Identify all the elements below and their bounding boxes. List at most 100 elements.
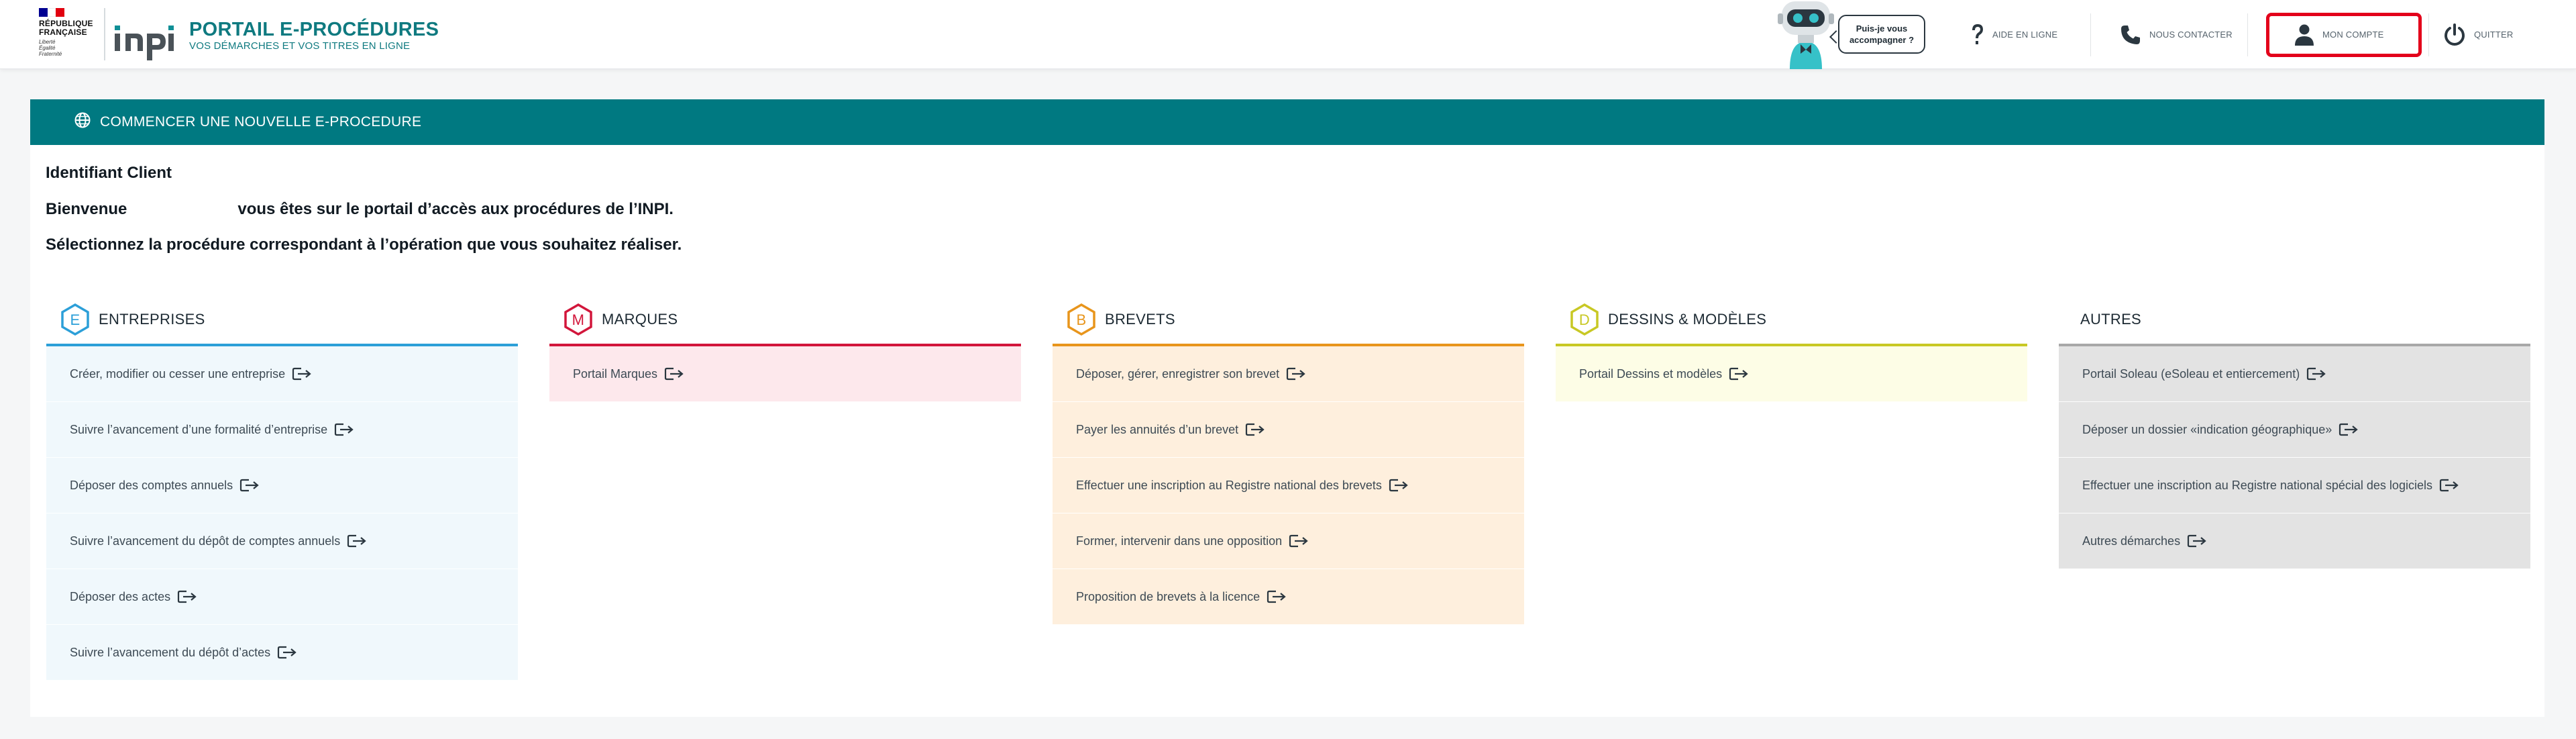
column-dessins-modeles: D DESSINS & MODÈLES Portail Dessins et mod…: [1556, 295, 2027, 402]
column-entreprises: E ENTREPRISES Créer, modifier ou cesser un…: [46, 295, 518, 681]
external-link-icon: [2187, 534, 2207, 548]
french-flag-icon: [39, 8, 65, 17]
procedure-link-label: Payer les annuités d’un brevet: [1076, 422, 1239, 436]
hexagon-letter-icon: D: [1569, 303, 1600, 336]
procedure-link-label: Suivre l’avancement du dépôt d’actes: [70, 645, 271, 659]
external-link-icon: [2339, 422, 2359, 437]
procedure-link[interactable]: Portail Soleau (eSoleau et entiercement): [2059, 346, 2530, 402]
republique-label: RÉPUBLIQUE FRANÇAISE: [39, 19, 93, 37]
procedure-link[interactable]: Effectuer une inscription au Registre na…: [1053, 458, 1524, 513]
external-link-icon: [1245, 422, 1265, 437]
hexagon-letter-icon: M: [563, 303, 594, 336]
procedure-link[interactable]: Autres démarches: [2059, 513, 2530, 569]
nav-quit-label: QUITTER: [2474, 30, 2514, 40]
inpi-logo[interactable]: [109, 7, 176, 60]
portal-title: PORTAIL E-PROCÉDURES: [189, 19, 439, 40]
external-link-icon: [277, 645, 297, 660]
procedure-link[interactable]: Déposer un dossier «indication géographi…: [2059, 402, 2530, 458]
welcome-line: Bienvenue vous êtes sur le portail d’accè…: [46, 200, 674, 219]
procedure-link[interactable]: Portail Dessins et modèles: [1556, 346, 2027, 402]
procedure-link[interactable]: Déposer des comptes annuels: [46, 458, 518, 513]
procedure-link-label: Déposer un dossier «indication géographi…: [2082, 422, 2332, 436]
procedure-link-label: Déposer des comptes annuels: [70, 478, 233, 492]
column-title: BREVETS: [1105, 311, 1175, 328]
external-link-icon: [292, 366, 312, 381]
external-link-icon: [1389, 478, 1409, 493]
column-autres: AUTRES Portail Soleau (eSoleau et entierc…: [2059, 295, 2530, 569]
site-header: RÉPUBLIQUE FRANÇAISE Liberté Égalité Fra…: [0, 0, 2576, 69]
nav-quit[interactable]: QUITTER: [2443, 0, 2513, 69]
logo-divider: [104, 8, 105, 60]
procedure-link[interactable]: Former, intervenir dans une opposition: [1053, 513, 1524, 569]
question-icon: [1971, 23, 1984, 46]
nav-divider: [2247, 13, 2248, 56]
external-link-icon: [347, 534, 367, 548]
select-instruction: Sélectionnez la procédure correspondant …: [46, 236, 682, 254]
column-header: M MARQUES: [549, 295, 1021, 346]
external-link-icon: [334, 422, 354, 437]
external-link-icon: [177, 589, 197, 604]
procedure-link-label: Former, intervenir dans une opposition: [1076, 534, 1283, 548]
external-link-icon: [1286, 366, 1306, 381]
hexagon-letter-icon: B: [1066, 303, 1097, 336]
hexagon-letter: M: [572, 311, 585, 328]
procedure-link[interactable]: Déposer des actes: [46, 569, 518, 625]
globe-icon: [74, 112, 91, 132]
column-marques: M MARQUES Portail Marques: [549, 295, 1021, 402]
procedure-link[interactable]: Suivre l’avancement du dépôt de comptes …: [46, 513, 518, 569]
procedure-link[interactable]: Déposer, gérer, enregistrer son brevet: [1053, 346, 1524, 402]
phone-icon: [2120, 24, 2141, 46]
column-header: E ENTREPRISES: [46, 295, 518, 346]
procedure-link-label: Suivre l’avancement d’une formalité d’en…: [70, 422, 328, 436]
procedure-link-label: Portail Soleau (eSoleau et entiercement): [2082, 366, 2300, 381]
nav-help[interactable]: AIDE EN LIGNE: [1971, 0, 2057, 69]
external-link-icon: [2306, 366, 2326, 381]
procedure-link[interactable]: Effectuer une inscription au Registre na…: [2059, 458, 2530, 513]
hexagon-letter: B: [1077, 311, 1087, 328]
nav-divider: [2090, 13, 2091, 56]
procedure-link[interactable]: Portail Marques: [549, 346, 1021, 402]
assistant-bubble[interactable]: Puis-je vous accompagner ?: [1838, 15, 1925, 54]
power-icon: [2443, 23, 2466, 46]
procedure-link-label: Portail Marques: [573, 366, 658, 381]
procedure-link-label: Déposer, gérer, enregistrer son brevet: [1076, 366, 1280, 381]
column-header: B BREVETS: [1053, 295, 1524, 346]
external-link-icon: [2439, 478, 2459, 493]
column-title: MARQUES: [602, 311, 678, 328]
welcome-suffix: vous êtes sur le portail d’accès aux pro…: [237, 200, 674, 218]
welcome-prefix: Bienvenue: [46, 200, 127, 218]
nav-contact[interactable]: NOUS CONTACTER: [2120, 0, 2233, 69]
procedure-link[interactable]: Créer, modifier ou cesser une entreprise: [46, 346, 518, 402]
procedures-panel: COMMENCER UNE NOUVELLE E-PROCEDURE Ident…: [30, 99, 2544, 717]
account-highlight-frame: [2266, 13, 2422, 57]
procedure-link[interactable]: Proposition de brevets à la licence: [1053, 569, 1524, 625]
external-link-icon: [239, 478, 260, 493]
nav-divider: [2428, 13, 2429, 56]
new-procedure-bar[interactable]: COMMENCER UNE NOUVELLE E-PROCEDURE: [30, 99, 2544, 145]
republique-francaise-logo[interactable]: RÉPUBLIQUE FRANÇAISE Liberté Égalité Fra…: [39, 8, 106, 62]
hexagon-letter-icon: E: [60, 303, 91, 336]
external-link-icon: [1267, 589, 1287, 604]
column-brevets: B BREVETS Déposer, gérer, enregistrer son …: [1053, 295, 1524, 625]
client-id-label: Identifiant Client: [46, 164, 172, 182]
new-procedure-label: COMMENCER UNE NOUVELLE E-PROCEDURE: [100, 114, 422, 130]
external-link-icon: [1289, 534, 1309, 548]
column-title: AUTRES: [2080, 311, 2142, 328]
column-header: D DESSINS & MODÈLES: [1556, 295, 2027, 346]
procedure-link-label: Proposition de brevets à la licence: [1076, 589, 1260, 603]
external-link-icon: [664, 366, 684, 381]
hexagon-letter: D: [1579, 311, 1590, 328]
nav-contact-label: NOUS CONTACTER: [2149, 30, 2233, 40]
hexagon-letter: E: [70, 311, 80, 328]
column-header: AUTRES: [2059, 295, 2530, 346]
procedure-link-label: Suivre l’avancement du dépôt de comptes …: [70, 534, 341, 548]
procedure-link[interactable]: Suivre l’avancement du dépôt d’actes: [46, 625, 518, 681]
procedure-link-label: Effectuer une inscription au Registre na…: [2082, 478, 2432, 492]
procedure-link[interactable]: Suivre l’avancement d’une formalité d’en…: [46, 402, 518, 458]
procedure-link-label: Autres démarches: [2082, 534, 2181, 548]
procedure-link-label: Effectuer une inscription au Registre na…: [1076, 478, 1382, 492]
procedure-link-label: Déposer des actes: [70, 589, 171, 603]
procedure-link[interactable]: Payer les annuités d’un brevet: [1053, 402, 1524, 458]
external-link-icon: [1729, 366, 1749, 381]
nav-help-label: AIDE EN LIGNE: [1992, 30, 2058, 40]
